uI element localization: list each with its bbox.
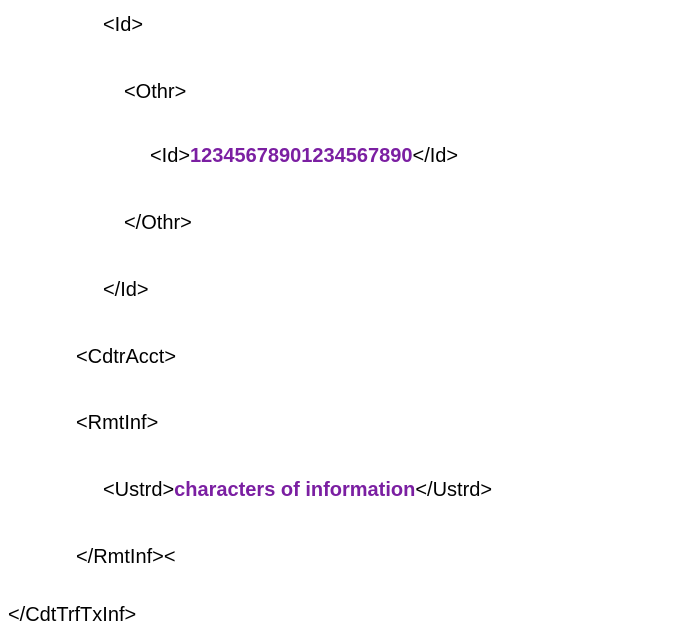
tag-id-close-inner: </Id> bbox=[412, 145, 459, 167]
account-id-value: 12345678901234567890 bbox=[190, 145, 413, 167]
tag-ustrd-open: <Ustrd> bbox=[103, 479, 175, 501]
tag-id-close: </Id> bbox=[103, 279, 149, 301]
remittance-info-value: characters of information bbox=[174, 479, 416, 501]
tag-id-open-inner: <Id> bbox=[150, 145, 191, 167]
tag-ustrd-close: </Ustrd> bbox=[415, 479, 493, 501]
tag-id-open: <Id> bbox=[103, 14, 144, 36]
tag-cdtracct: <CdtrAcct> bbox=[76, 346, 177, 368]
tag-rmtinf-close: </RmtInf>< bbox=[76, 546, 176, 568]
ustrd-line: <Ustrd>characters of information</Ustrd> bbox=[103, 478, 492, 502]
tag-cdttrftxinf-close: </CdtTrfTxInf> bbox=[8, 604, 137, 626]
id-value-line: <Id>12345678901234567890</Id> bbox=[150, 144, 458, 168]
tag-othr-open: <Othr> bbox=[124, 81, 187, 103]
tag-othr-close: </Othr> bbox=[124, 212, 192, 234]
tag-rmtinf-open: <RmtInf> bbox=[76, 412, 159, 434]
